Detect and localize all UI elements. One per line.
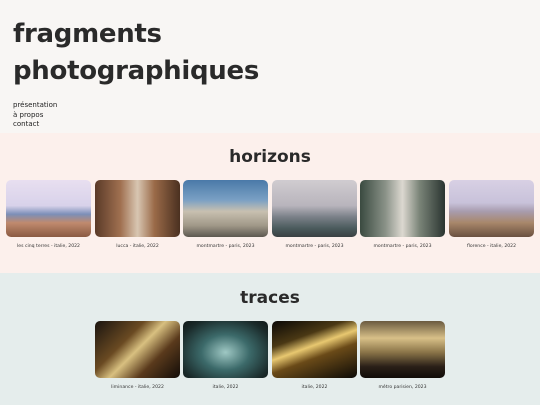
photo-thumbnail[interactable] [6, 180, 91, 237]
photo-caption: montmartre - paris, 2023 [285, 244, 344, 249]
photo-card[interactable]: métro parisien, 2023 [360, 321, 445, 390]
photo-caption: lucca - italie, 2022 [116, 244, 159, 249]
nav-link-presentation[interactable]: présentation [13, 101, 57, 111]
photo-caption: italie, 2022 [301, 385, 328, 390]
site-header: fragments photographiques présentation à… [0, 0, 540, 133]
photo-thumbnail[interactable] [183, 321, 268, 378]
photo-card[interactable]: liminance - italie, 2022 [95, 321, 180, 390]
photo-card[interactable]: italie, 2022 [183, 321, 268, 390]
nav-link-a-propos[interactable]: à propos [13, 111, 57, 121]
photo-thumbnail[interactable] [95, 321, 180, 378]
photo-caption: métro parisien, 2023 [378, 385, 427, 390]
photo-caption: montmartre - paris, 2023 [196, 244, 255, 249]
photo-card[interactable]: florence - italie, 2022 [449, 180, 534, 249]
photo-card[interactable]: lucca - italie, 2022 [95, 180, 180, 249]
photo-thumbnail[interactable] [95, 180, 180, 237]
photo-caption: liminance - italie, 2022 [111, 385, 164, 390]
photo-thumbnail[interactable] [449, 180, 534, 237]
photo-thumbnail[interactable] [272, 180, 357, 237]
main-nav: présentation à propos contact [13, 101, 57, 130]
horizons-title: horizons [229, 147, 311, 167]
photo-card[interactable]: montmartre - paris, 2023 [183, 180, 268, 249]
photo-thumbnail[interactable] [272, 321, 357, 378]
photo-card[interactable]: les cinq terres - italie, 2022 [6, 180, 91, 249]
photo-caption: florence - italie, 2022 [466, 244, 517, 249]
traces-section: traces liminance - italie, 2022 italie, … [0, 273, 540, 405]
photo-caption: les cinq terres - italie, 2022 [17, 244, 80, 249]
photo-thumbnail[interactable] [183, 180, 268, 237]
photo-thumbnail[interactable] [360, 321, 445, 378]
horizons-section: horizons les cinq terres - italie, 2022 … [0, 133, 540, 273]
photo-caption: italie, 2022 [212, 385, 239, 390]
photo-thumbnail[interactable] [360, 180, 445, 237]
photo-card[interactable]: italie, 2022 [272, 321, 357, 390]
photo-card[interactable]: montmartre - paris, 2023 [272, 180, 357, 249]
nav-link-contact[interactable]: contact [13, 120, 57, 130]
traces-title: traces [240, 288, 300, 308]
photo-card[interactable]: montmartre - paris, 2023 [360, 180, 445, 249]
photo-caption: montmartre - paris, 2023 [373, 244, 432, 249]
site-title: fragments photographiques [13, 19, 260, 86]
